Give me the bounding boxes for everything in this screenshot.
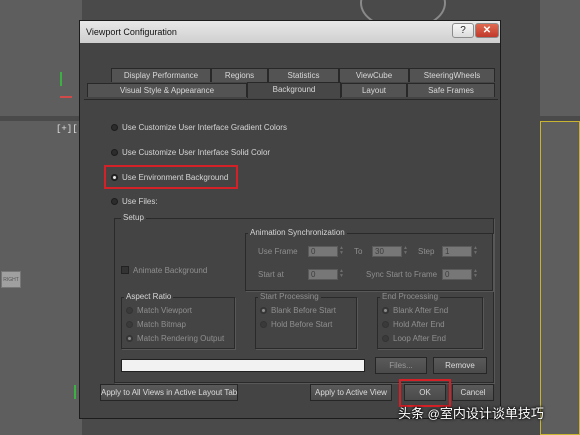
spinner-start-at[interactable]: 0 ▲ ▼ bbox=[308, 269, 344, 280]
watermark-name: 室内设计谈单技巧 bbox=[439, 406, 544, 421]
label-start-at: Start at bbox=[258, 270, 284, 279]
tab-visual-style-appearance[interactable]: Visual Style & Appearance bbox=[87, 83, 247, 97]
label-to: To bbox=[354, 247, 363, 256]
dialog-body: Display Performance Regions Statistics V… bbox=[84, 43, 498, 416]
label-blank-after-end: Blank After End bbox=[393, 306, 449, 315]
label-sync-start: Sync Start to Frame bbox=[366, 270, 438, 279]
label-hold-after-end: Hold After End bbox=[393, 320, 445, 329]
label-animate-background: Animate Background bbox=[133, 266, 208, 275]
radio-loop-after-end[interactable] bbox=[382, 335, 389, 342]
viewport-configuration-dialog: Viewport Configuration ? ✕ Display Perfo… bbox=[79, 20, 501, 419]
cancel-button[interactable]: Cancel bbox=[452, 384, 494, 401]
viewcube-icon[interactable]: RIGHT bbox=[1, 271, 21, 288]
tab-safe-frames[interactable]: Safe Frames bbox=[407, 83, 495, 97]
spinner-use-frame[interactable]: 0 ▲ ▼ bbox=[308, 246, 344, 257]
spinner-arrows-icon[interactable]: ▲ ▼ bbox=[472, 269, 479, 280]
spinner-to[interactable]: 30 ▲ ▼ bbox=[372, 246, 408, 257]
viewport-bottom-right-active[interactable] bbox=[540, 121, 580, 435]
label-blank-before-start: Blank Before Start bbox=[271, 306, 336, 315]
radio-match-viewport[interactable] bbox=[126, 307, 133, 314]
radio-blank-before-start[interactable] bbox=[260, 307, 267, 314]
label-loop-after-end: Loop After End bbox=[393, 334, 446, 343]
viewport-bottom-left[interactable]: RIGHT bbox=[0, 121, 82, 435]
watermark-at: @ bbox=[427, 407, 440, 421]
radio-solid-color[interactable] bbox=[111, 149, 118, 156]
files-button[interactable]: Files... bbox=[375, 357, 427, 374]
watermark: 头条 @室内设计谈单技巧 bbox=[398, 403, 544, 422]
file-path-field[interactable] bbox=[121, 359, 365, 372]
apply-active-view-button[interactable]: Apply to Active View bbox=[310, 384, 392, 401]
aspect-ratio-title: Aspect Ratio bbox=[124, 292, 174, 301]
tab-background[interactable]: Background bbox=[247, 82, 341, 98]
radio-gradient-colors[interactable] bbox=[111, 124, 118, 131]
tab-steeringwheels[interactable]: SteeringWheels bbox=[409, 68, 495, 82]
setup-group: Setup Animate Background Animation Synch… bbox=[114, 213, 494, 383]
aspect-ratio-group: Aspect Ratio Match Viewport Match Bitmap… bbox=[121, 292, 235, 349]
label-solid-color: Use Customize User Interface Solid Color bbox=[122, 148, 271, 157]
label-match-bitmap: Match Bitmap bbox=[137, 320, 186, 329]
label-use-files: Use Files: bbox=[122, 197, 158, 206]
tab-statistics[interactable]: Statistics bbox=[268, 68, 339, 82]
animation-sync-title: Animation Synchronization bbox=[248, 228, 347, 237]
checkbox-animate-background[interactable] bbox=[121, 266, 129, 274]
radio-match-rendering-output[interactable] bbox=[126, 335, 133, 342]
radio-use-files[interactable] bbox=[111, 198, 118, 205]
spinner-arrows-icon[interactable]: ▲ ▼ bbox=[338, 246, 345, 257]
background-tab-panel: Use Customize User Interface Gradient Co… bbox=[84, 99, 498, 416]
dialog-titlebar[interactable]: Viewport Configuration ? ✕ bbox=[80, 21, 500, 43]
viewport-top-left[interactable] bbox=[0, 0, 82, 116]
highlight-environment-background bbox=[104, 165, 238, 189]
remove-button[interactable]: Remove bbox=[433, 357, 487, 374]
start-processing-title: Start Processing bbox=[258, 292, 321, 301]
animation-sync-group: Animation Synchronization Use Frame 0 ▲ ▼… bbox=[245, 228, 493, 291]
spinner-arrows-icon[interactable]: ▲ ▼ bbox=[402, 246, 409, 257]
end-processing-group: End Processing Blank After End Hold Afte… bbox=[377, 292, 483, 349]
watermark-prefix: 头条 bbox=[398, 406, 425, 421]
setup-title: Setup bbox=[121, 213, 146, 222]
tab-regions[interactable]: Regions bbox=[211, 68, 268, 82]
viewport-label[interactable]: [+][ bbox=[56, 124, 78, 134]
spinner-arrows-icon[interactable]: ▲ ▼ bbox=[338, 269, 345, 280]
viewport-top-right[interactable] bbox=[540, 0, 580, 116]
start-processing-group: Start Processing Blank Before Start Hold… bbox=[255, 292, 357, 349]
spinner-sync-start[interactable]: 0 ▲ ▼ bbox=[442, 269, 478, 280]
radio-match-bitmap[interactable] bbox=[126, 321, 133, 328]
spinner-arrows-icon[interactable]: ▲ ▼ bbox=[472, 246, 479, 257]
axis-y-indicator bbox=[60, 72, 62, 86]
radio-hold-before-start[interactable] bbox=[260, 321, 267, 328]
end-processing-title: End Processing bbox=[380, 292, 441, 301]
label-match-viewport: Match Viewport bbox=[137, 306, 192, 315]
label-use-frame: Use Frame bbox=[258, 247, 298, 256]
tab-layout[interactable]: Layout bbox=[341, 83, 407, 97]
axis-x-indicator bbox=[60, 96, 72, 98]
close-button[interactable]: ✕ bbox=[475, 23, 499, 38]
spinner-step[interactable]: 1 ▲ ▼ bbox=[442, 246, 478, 257]
label-step: Step bbox=[418, 247, 435, 256]
tab-viewcube[interactable]: ViewCube bbox=[339, 68, 409, 82]
dialog-title: Viewport Configuration bbox=[86, 27, 177, 37]
help-button[interactable]: ? bbox=[452, 23, 474, 38]
label-hold-before-start: Hold Before Start bbox=[271, 320, 333, 329]
label-gradient-colors: Use Customize User Interface Gradient Co… bbox=[122, 123, 287, 132]
label-match-rendering-output: Match Rendering Output bbox=[137, 334, 225, 343]
radio-blank-after-end[interactable] bbox=[382, 307, 389, 314]
apply-all-views-button[interactable]: Apply to All Views in Active Layout Tab bbox=[100, 384, 238, 401]
tab-display-performance[interactable]: Display Performance bbox=[111, 68, 211, 82]
radio-hold-after-end[interactable] bbox=[382, 321, 389, 328]
axis-y-indicator bbox=[74, 385, 76, 399]
